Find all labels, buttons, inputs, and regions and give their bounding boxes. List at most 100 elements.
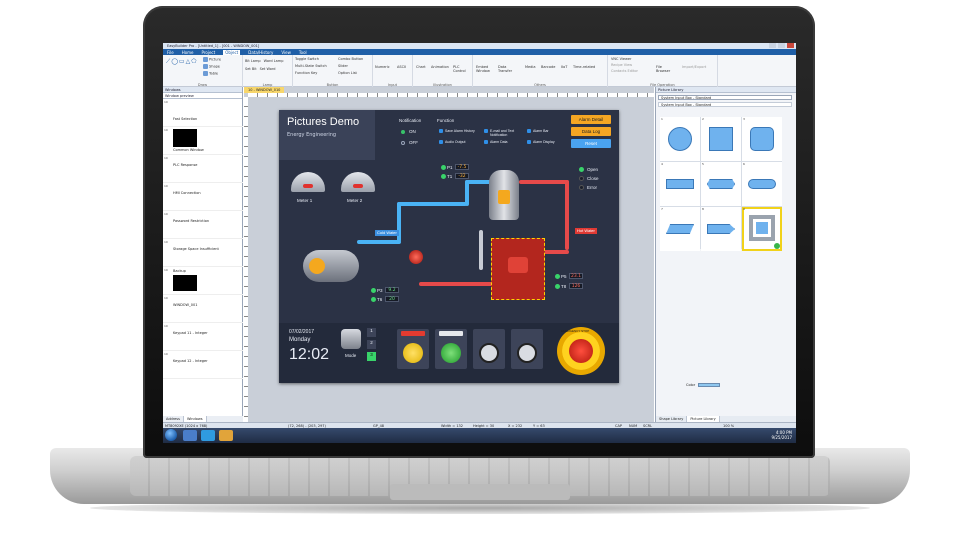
- menu-project[interactable]: Project: [202, 50, 216, 55]
- ribbon-contacts-editor[interactable]: Contacts Editor: [611, 69, 638, 73]
- notification-on-radio[interactable]: [401, 130, 405, 134]
- keypad-2[interactable]: 2: [367, 340, 376, 349]
- ribbon-slider[interactable]: Slider: [338, 64, 348, 68]
- list-item[interactable]: 10 Keypad 11 - Integer: [163, 323, 243, 351]
- reset-button[interactable]: Reset: [571, 139, 611, 148]
- audio-output-checkbox[interactable]: [439, 140, 443, 144]
- minimize-button[interactable]: [769, 43, 776, 48]
- ribbon-group-others: Embed Window Data Transfer Media Barcode…: [473, 55, 608, 87]
- picture-cell[interactable]: 3: [742, 117, 782, 161]
- window-list: 10 Fast Selection 10 Common Window 10 PLC R…: [163, 99, 243, 379]
- window-number: 10: [164, 212, 168, 216]
- menu-home[interactable]: Home: [182, 50, 194, 55]
- ribbon-file-browser[interactable]: File Browser: [656, 65, 674, 73]
- color-picker[interactable]: [698, 383, 721, 387]
- ribbon-media[interactable]: Media: [525, 65, 536, 69]
- data-log-button[interactable]: Data Log: [571, 127, 611, 136]
- ribbon-shape[interactable]: Shape: [203, 64, 220, 69]
- ribbon-ascii[interactable]: ASCII: [397, 65, 406, 69]
- ribbon-picture[interactable]: Picture: [203, 57, 221, 62]
- library-select[interactable]: System Input Box - Standard: [658, 95, 792, 100]
- taskbar-clock[interactable]: 4:00 PM 9/25/2017: [771, 430, 792, 440]
- keypad-1[interactable]: 1: [367, 328, 376, 337]
- alarm-display-checkbox[interactable]: [527, 140, 531, 144]
- ribbon-option-list[interactable]: Option List: [338, 71, 357, 75]
- alarm-bar-checkbox[interactable]: [527, 129, 531, 133]
- alarm-data-checkbox[interactable]: [484, 140, 488, 144]
- picture-cell[interactable]: 4: [660, 162, 700, 206]
- mode-rotary-switch[interactable]: [341, 329, 361, 349]
- start-button[interactable]: [165, 429, 177, 441]
- list-item[interactable]: 10 HMI Connection: [163, 183, 243, 211]
- ribbon-embed-window[interactable]: Embed Window: [476, 65, 494, 73]
- email-notification-checkbox[interactable]: [484, 129, 488, 133]
- ribbon-multi-state-switch[interactable]: Multi-State Switch: [295, 64, 327, 68]
- menu-view[interactable]: View: [281, 50, 291, 55]
- ribbon-toggle-switch[interactable]: Toggle Switch: [295, 57, 319, 61]
- notification-off-radio[interactable]: [401, 141, 405, 145]
- ribbon-vnc-viewer[interactable]: VNC Viewer: [611, 57, 631, 61]
- list-item[interactable]: 10 Fast Selection: [163, 99, 243, 127]
- menu-file[interactable]: File: [167, 50, 174, 55]
- cell-number: 4: [661, 162, 663, 166]
- ribbon-combo-button[interactable]: Combo Button: [338, 57, 363, 61]
- picture-cell[interactable]: 1: [660, 117, 700, 161]
- ribbon-iiot[interactable]: IIoT: [561, 65, 567, 69]
- ribbon-recipe-view[interactable]: Recipe View: [611, 63, 632, 67]
- ribbon-animation[interactable]: Animation: [431, 65, 449, 69]
- list-item[interactable]: 10 Common Window: [163, 127, 243, 155]
- explorer-icon[interactable]: [183, 430, 197, 441]
- library-subselect[interactable]: System Input Box - Standard: [658, 102, 792, 107]
- maximize-button[interactable]: [778, 43, 785, 48]
- list-item[interactable]: 10 PLC Response: [163, 155, 243, 183]
- alarm-detail-button[interactable]: Alarm Detail: [571, 115, 611, 124]
- ribbon-data-transfer[interactable]: Data Transfer: [498, 65, 520, 73]
- ribbon-word-lamp[interactable]: Word Lamp: [264, 59, 284, 63]
- ribbon-set-bit[interactable]: Set Bit: [245, 67, 257, 71]
- menu-tool[interactable]: Tool: [299, 50, 307, 55]
- picture-cell[interactable]: 8: [701, 207, 741, 251]
- draw-tools-icons[interactable]: ⟋◯▭△⬠: [166, 58, 197, 66]
- ribbon-barcode[interactable]: Barcode: [541, 65, 555, 69]
- ribbon-plc-control[interactable]: PLC Control: [453, 65, 471, 73]
- ribbon-numeric[interactable]: Numeric: [375, 65, 390, 69]
- ribbon-function-key[interactable]: Function Key: [295, 71, 317, 75]
- list-item[interactable]: 10 Password Restriction: [163, 211, 243, 239]
- green-push-button[interactable]: [435, 329, 467, 369]
- ribbon-set-word[interactable]: Set Word: [260, 67, 276, 71]
- save-alarm-history-checkbox[interactable]: [439, 129, 443, 133]
- red-push-button[interactable]: [397, 329, 429, 369]
- menu-data-history[interactable]: Data/History: [248, 50, 273, 55]
- selector-switch-1[interactable]: [473, 329, 505, 369]
- list-item[interactable]: 10 WINDOW_001: [163, 295, 243, 323]
- list-item[interactable]: 10 Storage Space Insufficient: [163, 239, 243, 267]
- design-canvas[interactable]: 10 - WINDOW_010 Pictures Demo Energy Eng…: [244, 87, 654, 422]
- selector-switch-2[interactable]: [511, 329, 543, 369]
- ribbon-chart[interactable]: Chart: [416, 65, 426, 69]
- keypad-3[interactable]: 3: [367, 352, 376, 361]
- easybuilder-icon[interactable]: [201, 430, 215, 441]
- picture-cell[interactable]: 7: [660, 207, 700, 251]
- picture-cell[interactable]: 6: [742, 162, 782, 206]
- window-number: 10: [164, 268, 168, 272]
- close-button[interactable]: [787, 43, 794, 48]
- menu-object[interactable]: Object: [223, 49, 241, 55]
- emergency-stop-button[interactable]: EMERGENCY STOP: [557, 327, 605, 375]
- circle-shape: [668, 127, 692, 151]
- ribbon-bit-lamp[interactable]: Bit Lamp: [245, 59, 261, 63]
- alarm-display-label: Alarm Display: [533, 140, 555, 144]
- list-item[interactable]: 10 Backup: [163, 267, 243, 295]
- ribbon-table[interactable]: Table: [203, 71, 218, 76]
- color-row: Color: [686, 383, 721, 387]
- square-shape: [709, 127, 733, 151]
- picture-cell-selected[interactable]: 9: [742, 207, 782, 251]
- ribbon-import-export[interactable]: Import/Export: [682, 65, 706, 69]
- ribbon-time-related[interactable]: Time-related: [573, 65, 603, 69]
- folder-icon[interactable]: [219, 430, 233, 441]
- heater-unit-selected[interactable]: [491, 238, 545, 300]
- picture-cell[interactable]: 2: [701, 117, 741, 161]
- storage-tank: [489, 170, 519, 220]
- list-item[interactable]: 10 Keypad 12 - Integer: [163, 351, 243, 379]
- picture-cell[interactable]: 5: [701, 162, 741, 206]
- cold-pipe-bottom: [357, 240, 401, 244]
